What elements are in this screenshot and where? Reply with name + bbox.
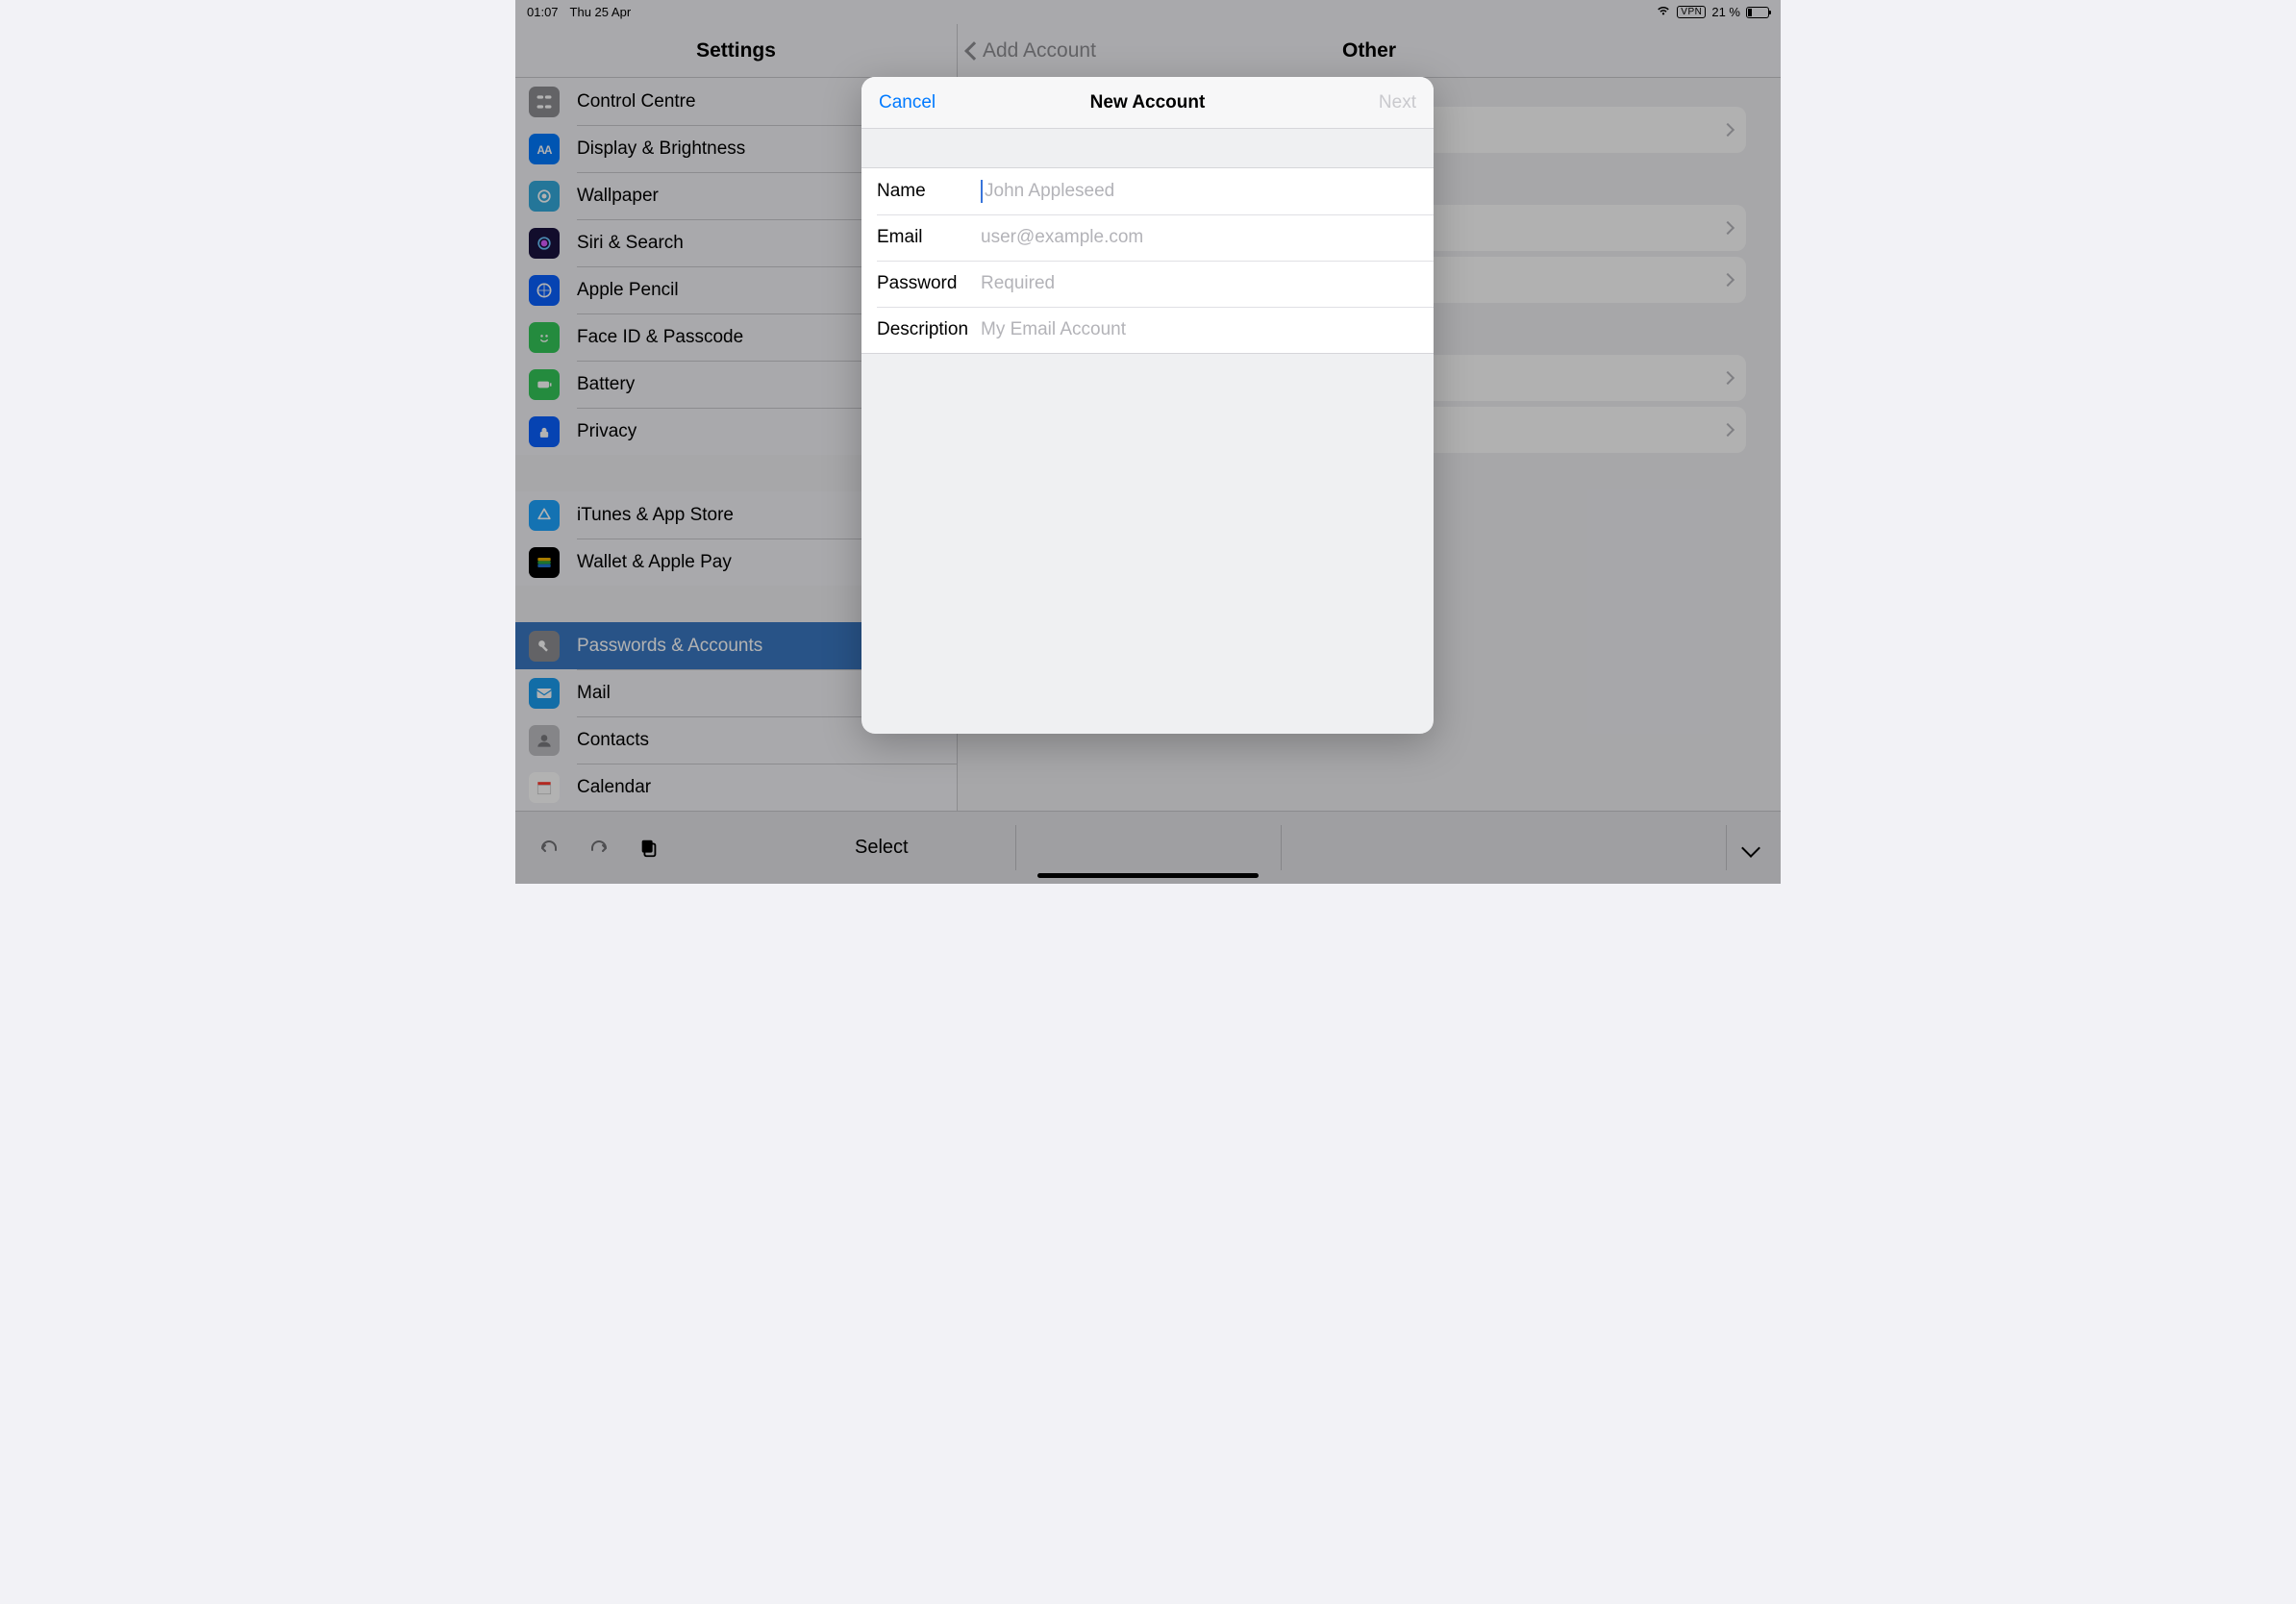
description-row: Description [861, 307, 1434, 353]
next-button[interactable]: Next [1379, 77, 1416, 128]
name-row: Name [861, 168, 1434, 214]
email-row: Email [861, 214, 1434, 261]
description-label: Description [877, 319, 981, 340]
description-field[interactable] [981, 319, 1418, 340]
password-field[interactable] [981, 273, 1418, 294]
email-field[interactable] [981, 227, 1418, 248]
text-cursor [981, 180, 983, 203]
password-label: Password [877, 273, 981, 294]
cancel-label: Cancel [879, 92, 936, 113]
cancel-button[interactable]: Cancel [879, 77, 936, 128]
modal-title: New Account [1090, 92, 1206, 113]
new-account-modal: Cancel New Account Next Name Email Passw… [861, 77, 1434, 734]
password-row: Password [861, 261, 1434, 307]
account-form: Name Email Password Description [861, 167, 1434, 354]
modal-header: Cancel New Account Next [861, 77, 1434, 129]
email-label: Email [877, 227, 981, 248]
next-label: Next [1379, 92, 1416, 113]
name-field[interactable] [985, 181, 1418, 202]
name-label: Name [877, 181, 981, 202]
